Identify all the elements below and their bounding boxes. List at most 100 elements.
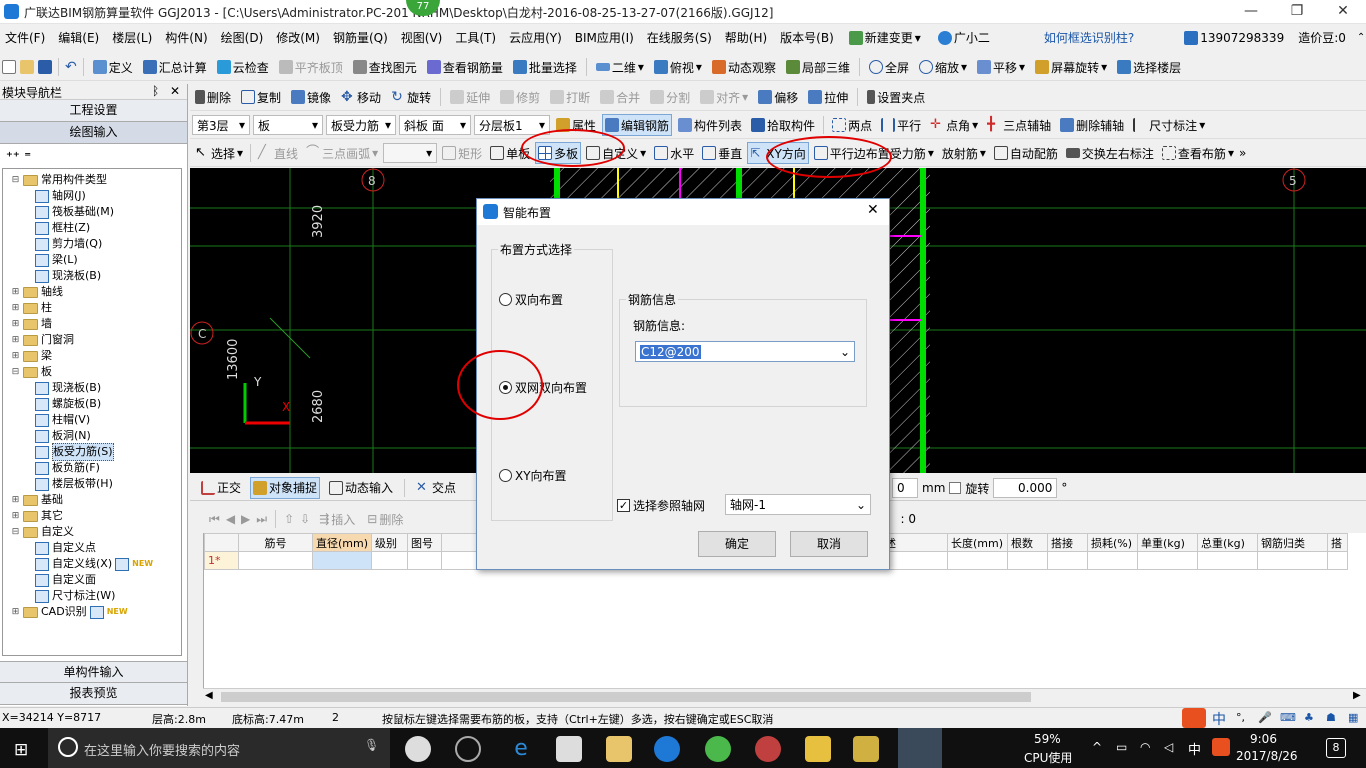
tree-folder[interactable]: ⊟ 自定义: [3, 524, 181, 540]
tree-folder[interactable]: ⊞ 柱: [3, 300, 181, 316]
expander-icon[interactable]: ⊞: [11, 508, 20, 524]
table-cell[interactable]: [1137, 551, 1199, 570]
table-cell[interactable]: [1047, 551, 1089, 570]
fullscreen-button[interactable]: 全屏: [866, 56, 912, 78]
layer-select[interactable]: 分层板1 ▾: [474, 115, 550, 135]
edit-rebar-button[interactable]: 编辑钢筋: [602, 114, 673, 136]
windows-start-icon[interactable]: ⊞: [14, 740, 28, 760]
open-folder-icon[interactable]: [20, 60, 34, 74]
sogou-ime-icon[interactable]: [1182, 708, 1206, 728]
tab-drawing-input[interactable]: 绘图输入: [0, 122, 187, 144]
tree-folder[interactable]: ⊟ 常用构件类型: [3, 172, 181, 188]
expander-icon[interactable]: ⊞: [11, 348, 20, 364]
offset-value-input[interactable]: 0: [892, 478, 918, 498]
type-select[interactable]: 板 ▾: [253, 115, 323, 135]
menu-rebar-qty[interactable]: 钢筋量(Q): [332, 27, 389, 48]
minimize-button[interactable]: —: [1228, 0, 1274, 24]
tree-item[interactable]: 自定义面: [3, 572, 181, 588]
expand-collapse-all-icon[interactable]: ⁺⁺ ⁼: [6, 150, 31, 165]
expander-icon[interactable]: ⊟: [11, 172, 20, 188]
view-layout-dropdown[interactable]: 查看布筋 ▾: [1159, 142, 1237, 164]
tree-item[interactable]: 轴网(J): [3, 188, 181, 204]
green-app-icon[interactable]: [705, 736, 731, 762]
rectangle-button[interactable]: 矩形: [439, 142, 485, 164]
horizontal-scrollbar[interactable]: ◀ ▶: [203, 688, 1366, 705]
red-app-icon[interactable]: [755, 736, 781, 762]
maximize-button[interactable]: ❐: [1274, 0, 1320, 24]
volume-icon[interactable]: ◁: [1164, 740, 1173, 754]
tab-report-preview[interactable]: 报表预览: [0, 683, 187, 705]
parallel-button[interactable]: 平行: [878, 114, 924, 136]
move-up-icon[interactable]: ⇧: [284, 512, 294, 526]
new-file-icon[interactable]: [2, 60, 16, 74]
pin-icon[interactable]: ᛒ: [152, 84, 159, 98]
ie-icon[interactable]: e: [508, 736, 534, 762]
expander-icon[interactable]: ⊟: [11, 364, 20, 380]
menu-modify[interactable]: 修改(M): [275, 27, 321, 48]
scroll-left-icon[interactable]: ◀: [205, 690, 213, 701]
pick-component-button[interactable]: 拾取构件: [748, 114, 818, 136]
tab-single-component-input[interactable]: 单构件输入: [0, 661, 187, 683]
expander-icon[interactable]: ⊞: [11, 284, 20, 300]
radio-bidirectional[interactable]: 双向布置: [499, 291, 563, 308]
tab-project-settings[interactable]: 工程设置: [0, 100, 187, 122]
tree-item[interactable]: 现浇板(B): [3, 268, 181, 284]
tree-folder[interactable]: ⊟ 板: [3, 364, 181, 380]
dynamic-observe-button[interactable]: 动态观察: [709, 56, 779, 78]
swap-labels-button[interactable]: 交换左右标注: [1063, 142, 1157, 164]
next-record-icon[interactable]: ▶: [241, 512, 250, 526]
dimension-dropdown[interactable]: 尺寸标注 ▾: [1130, 114, 1208, 136]
horizontal-button[interactable]: 水平: [651, 142, 697, 164]
task-view-icon[interactable]: [405, 736, 431, 762]
microphone-icon[interactable]: 🎤: [1258, 711, 1272, 724]
menu-view[interactable]: 视图(V): [400, 27, 444, 48]
help-app-icon[interactable]: [853, 736, 879, 762]
last-record-icon[interactable]: ⏭: [256, 512, 267, 527]
tree-folder[interactable]: ⊞ 其它: [3, 508, 181, 524]
toolbar-overflow-icon[interactable]: »: [1239, 146, 1246, 160]
expander-icon[interactable]: ⊞: [11, 492, 20, 508]
menu-bim[interactable]: BIM应用(I): [574, 27, 635, 48]
rebar-info-select[interactable]: C12@200 ⌄: [635, 341, 855, 362]
select-floor-button[interactable]: 选择楼层: [1114, 56, 1184, 78]
tree-item[interactable]: 框柱(Z): [3, 220, 181, 236]
table-cell[interactable]: [1197, 551, 1259, 570]
menu-help[interactable]: 帮助(H): [724, 27, 768, 48]
wifi-icon[interactable]: ◠: [1140, 740, 1150, 754]
three-point-aux-button[interactable]: ╋ 三点辅轴: [984, 114, 1054, 136]
undo-icon[interactable]: ↶: [65, 59, 77, 75]
extend-button[interactable]: 延伸: [447, 86, 493, 108]
batch-select-button[interactable]: 批量选择: [510, 56, 580, 78]
define-button[interactable]: 定义: [90, 56, 136, 78]
guang-xiaoer-button[interactable]: 广小二: [935, 27, 993, 49]
view-2d-dropdown[interactable]: 二维 ▾: [593, 56, 647, 78]
select-reference-grid-checkbox[interactable]: ✓ 选择参照轴网: [617, 497, 705, 514]
price-beans[interactable]: 造价豆:0: [1298, 29, 1346, 46]
network-icon[interactable]: ▭: [1116, 740, 1127, 754]
dynamic-input-button[interactable]: 动态输入: [326, 477, 396, 499]
view-rebar-qty-button[interactable]: 查看钢筋量: [424, 56, 506, 78]
close-window-button[interactable]: ✕: [1320, 0, 1366, 24]
table-cell[interactable]: [311, 551, 373, 570]
top-view-dropdown[interactable]: 俯视 ▾: [651, 56, 705, 78]
select-dropdown[interactable]: ↖ 选择 ▾: [192, 142, 246, 164]
find-element-button[interactable]: 查找图元: [350, 56, 420, 78]
scroll-right-icon[interactable]: ▶: [1353, 690, 1361, 701]
local-3d-button[interactable]: 局部三维: [783, 56, 853, 78]
radio-xy-direction[interactable]: XY向布置: [499, 467, 567, 484]
input-method[interactable]: 中: [1188, 739, 1201, 758]
two-point-button[interactable]: 两点: [829, 114, 875, 136]
tree-item[interactable]: 剪力墙(Q): [3, 236, 181, 252]
table-cell[interactable]: [1007, 551, 1049, 570]
delete-button[interactable]: 删除: [192, 86, 234, 108]
scroll-thumb[interactable]: [221, 692, 1031, 702]
tree-item[interactable]: 楼层板带(H): [3, 476, 181, 492]
table-cell[interactable]: [1257, 551, 1329, 570]
slope-select[interactable]: 斜板 面 ▾: [399, 115, 471, 135]
line-button[interactable]: ╱ 直线: [255, 142, 301, 164]
edge-browser-icon[interactable]: [455, 736, 481, 762]
cancel-button[interactable]: 取消: [790, 531, 868, 557]
tree-item[interactable]: 梁(L): [3, 252, 181, 268]
rotate-angle-input[interactable]: 0.000: [993, 478, 1058, 498]
menu-online[interactable]: 在线服务(S): [646, 27, 713, 48]
